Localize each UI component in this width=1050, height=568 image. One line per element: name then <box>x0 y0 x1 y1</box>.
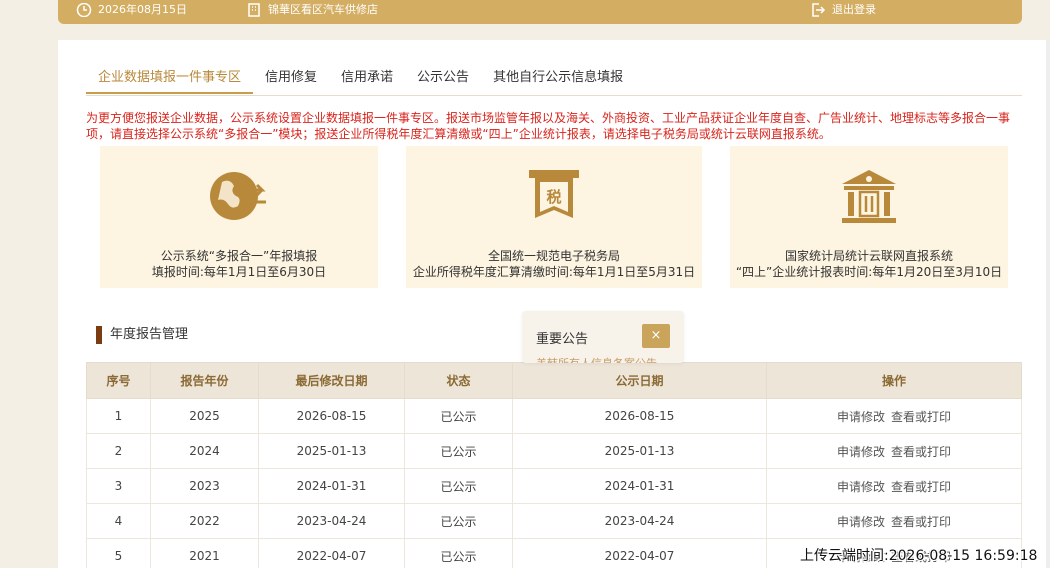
globe-arrows-icon <box>210 172 266 220</box>
card-e-tax-title: 全国统一规范电子税务局 <box>487 249 620 263</box>
table-row: 1 2025 2026-08-15 已公示 2026-08-15 申请修改 查看或… <box>86 398 1022 434</box>
main-panel: 企业数据填报一件事专区 信用修复 信用承诺 公示公告 其他自行公示信息填报 为更… <box>58 40 1050 568</box>
scrollbar[interactable] <box>1046 40 1050 568</box>
annual-report-table: 序号 报告年份 最后修改日期 状态 公示日期 操作 1 2025 2026-08… <box>86 362 1022 568</box>
cell-no: 1 <box>86 398 151 434</box>
table-row: 3 2023 2024-01-31 已公示 2024-01-31 申请修改 查看或… <box>86 468 1022 504</box>
card-statistics-title: 国家统计局统计云联网直报系统 <box>784 249 953 263</box>
cell-year: 2022 <box>150 503 259 539</box>
cell-no: 4 <box>86 503 151 539</box>
cell-actions: 申请修改 查看或打印 <box>766 398 1022 434</box>
cell-modified: 2024-01-31 <box>258 468 405 504</box>
tax-icon: 税 <box>529 170 579 218</box>
cell-year: 2021 <box>150 538 259 568</box>
cell-year: 2025 <box>150 398 259 434</box>
col-header-status: 状态 <box>404 362 513 399</box>
cell-published: 2022-04-07 <box>512 538 767 568</box>
notice-text: 为更方便您报送企业数据，公示系统设置企业数据填报一件事专区。报送市场监管年报以及… <box>86 111 1011 141</box>
col-header-year: 报告年份 <box>150 362 259 399</box>
logout-icon <box>812 3 826 17</box>
col-header-published: 公示日期 <box>512 362 767 399</box>
cell-status: 已公示 <box>404 538 513 568</box>
date-display: 2026年08月15日 <box>76 3 187 17</box>
logout-label: 退出登录 <box>832 3 876 16</box>
card-multi-report[interactable]: 公示系统“多报合一”年报填报 填报时间:每年1月1日至6月30日 <box>100 146 378 288</box>
section-title: 年度报告管理 <box>96 326 188 344</box>
cell-year: 2023 <box>150 468 259 504</box>
tab-bar: 企业数据填报一件事专区 信用修复 信用承诺 公示公告 其他自行公示信息填报 <box>86 64 635 94</box>
popup-subtitle[interactable]: 盖韩所有人信息各案公告 <box>536 355 657 363</box>
cell-status: 已公示 <box>404 398 513 434</box>
apply-modify-link[interactable]: 申请修改 <box>837 445 885 459</box>
upload-timestamp: 上传云端时间:2026-08-15 16:59:18 <box>800 548 1038 564</box>
top-bar: 2026年08月15日 锦華区看区汽车供修店 退出登录 <box>58 0 1022 24</box>
cell-published: 2025-01-13 <box>512 433 767 469</box>
cell-modified: 2022-04-07 <box>258 538 405 568</box>
tab-credit-repair[interactable]: 信用修复 <box>253 64 329 94</box>
col-header-no: 序号 <box>86 362 151 399</box>
cell-no: 2 <box>86 433 151 469</box>
cell-no: 5 <box>86 538 151 568</box>
table-row: 2 2024 2025-01-13 已公示 2025-01-13 申请修改 查看或… <box>86 433 1022 469</box>
table-row: 4 2022 2023-04-24 已公示 2023-04-24 申请修改 查看或… <box>86 503 1022 539</box>
popup-title: 重要公告 <box>536 332 589 347</box>
apply-modify-link[interactable]: 申请修改 <box>837 515 885 529</box>
location-text: 锦華区看区汽车供修店 <box>268 3 378 16</box>
card-multi-report-title: 公示系统“多报合一”年报填报 <box>160 249 318 263</box>
cell-published: 2026-08-15 <box>512 398 767 434</box>
col-header-modified: 最后修改日期 <box>258 362 405 399</box>
tab-credit-commitment[interactable]: 信用承诺 <box>329 64 405 94</box>
date-text: 2026年08月15日 <box>98 3 187 16</box>
logout-button[interactable]: 退出登录 <box>810 3 876 17</box>
cell-status: 已公示 <box>404 503 513 539</box>
tax-icon-text: 税 <box>546 188 561 206</box>
announcement-popup: 重要公告 × 盖韩所有人信息各案公告 <box>522 311 684 363</box>
cell-actions: 申请修改 查看或打印 <box>766 503 1022 539</box>
cell-year: 2024 <box>150 433 259 469</box>
cell-actions: 申请修改 查看或打印 <box>766 468 1022 504</box>
card-statistics-time: “四上”企业统计报表时间:每年1月20日至3月10日 <box>735 265 1003 279</box>
col-header-actions: 操作 <box>766 362 1022 399</box>
cell-status: 已公示 <box>404 468 513 504</box>
popup-close-button[interactable]: × <box>642 324 670 348</box>
tab-divider <box>86 95 1022 96</box>
cell-no: 3 <box>86 468 151 504</box>
cell-published: 2023-04-24 <box>512 503 767 539</box>
card-statistics[interactable]: 国家统计局统计云联网直报系统 “四上”企业统计报表时间:每年1月20日至3月10… <box>730 146 1008 288</box>
clock-icon <box>76 3 92 17</box>
view-print-link[interactable]: 查看或打印 <box>891 445 951 459</box>
bank-building-icon <box>842 170 896 223</box>
card-e-tax[interactable]: 税 全国统一规范电子税务局 企业所得税年度汇算清缴时间:每年1月1日至5月31日 <box>406 146 702 288</box>
apply-modify-link[interactable]: 申请修改 <box>837 410 885 424</box>
tab-data-filing[interactable]: 企业数据填报一件事专区 <box>86 64 254 94</box>
table-header-row: 序号 报告年份 最后修改日期 状态 公示日期 操作 <box>86 362 1022 399</box>
tab-public-notice[interactable]: 公示公告 <box>405 64 481 94</box>
cell-modified: 2025-01-13 <box>258 433 405 469</box>
cell-status: 已公示 <box>404 433 513 469</box>
cell-modified: 2023-04-24 <box>258 503 405 539</box>
cell-modified: 2026-08-15 <box>258 398 405 434</box>
cell-published: 2024-01-31 <box>512 468 767 504</box>
view-print-link[interactable]: 查看或打印 <box>891 410 951 424</box>
tab-other-disclosure[interactable]: 其他自行公示信息填报 <box>481 64 635 94</box>
building-icon <box>248 3 260 17</box>
apply-modify-link[interactable]: 申请修改 <box>837 480 885 494</box>
location-display: 锦華区看区汽车供修店 <box>246 3 378 17</box>
card-e-tax-time: 企业所得税年度汇算清缴时间:每年1月1日至5月31日 <box>412 265 696 279</box>
view-print-link[interactable]: 查看或打印 <box>891 515 951 529</box>
card-multi-report-time: 填报时间:每年1月1日至6月30日 <box>151 265 327 279</box>
view-print-link[interactable]: 查看或打印 <box>891 480 951 494</box>
cell-actions: 申请修改 查看或打印 <box>766 433 1022 469</box>
